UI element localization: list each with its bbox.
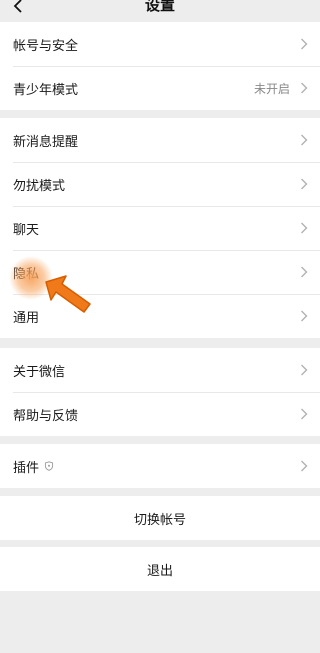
teen-mode-status: 未开启 [253,81,290,96]
chevron-right-icon [301,134,308,146]
settings-item-help-feedback[interactable]: 帮助与反馈 [0,392,320,436]
chevron-right-icon [301,222,308,234]
switch-account-label: 切换帐号 [133,512,186,528]
settings-item-label: 隐私 [13,266,40,282]
chevron-right-icon [301,364,308,376]
settings-item-account-security[interactable]: 帐号与安全 [0,22,320,66]
logout-button[interactable]: 退出 [0,547,320,591]
settings-item-label: 青少年模式 [13,82,79,98]
switch-account-button[interactable]: 切换帐号 [0,496,320,540]
settings-item-general[interactable]: 通用 [0,294,320,338]
top-bar: 设置 [0,0,320,22]
settings-item-label: 帮助与反馈 [13,408,79,424]
settings-group-about: 关于微信 帮助与反馈 [0,348,320,436]
chevron-right-icon [301,82,308,94]
settings-item-chat[interactable]: 聊天 [0,206,320,250]
chevron-right-icon [301,266,308,278]
settings-item-do-not-disturb[interactable]: 勿扰模式 [0,162,320,206]
settings-item-label: 关于微信 [13,364,66,380]
settings-group-plugins: 插件 [0,444,320,488]
settings-item-label: 插件 [13,460,40,476]
settings-item-about-wechat[interactable]: 关于微信 [0,348,320,392]
chevron-right-icon [301,178,308,190]
settings-item-label: 新消息提醒 [13,134,79,150]
chevron-right-icon [301,460,308,472]
settings-item-label: 勿扰模式 [13,178,66,194]
settings-group-general: 新消息提醒 勿扰模式 聊天 隐私 通用 [0,118,320,338]
settings-item-plugins[interactable]: 插件 [0,444,320,488]
shield-icon [44,461,54,471]
settings-item-label: 通用 [13,310,40,326]
settings-item-notifications[interactable]: 新消息提醒 [0,118,320,162]
settings-item-label: 聊天 [13,222,40,238]
chevron-right-icon [301,38,308,50]
page-title: 设置 [144,0,175,14]
chevron-right-icon [301,310,308,322]
logout-label: 退出 [146,563,173,579]
settings-item-privacy[interactable]: 隐私 [0,250,320,294]
settings-item-label: 帐号与安全 [13,38,79,54]
chevron-right-icon [301,408,308,420]
settings-item-teen-mode[interactable]: 青少年模式 未开启 [0,66,320,110]
settings-group-account: 帐号与安全 青少年模式 未开启 [0,22,320,110]
